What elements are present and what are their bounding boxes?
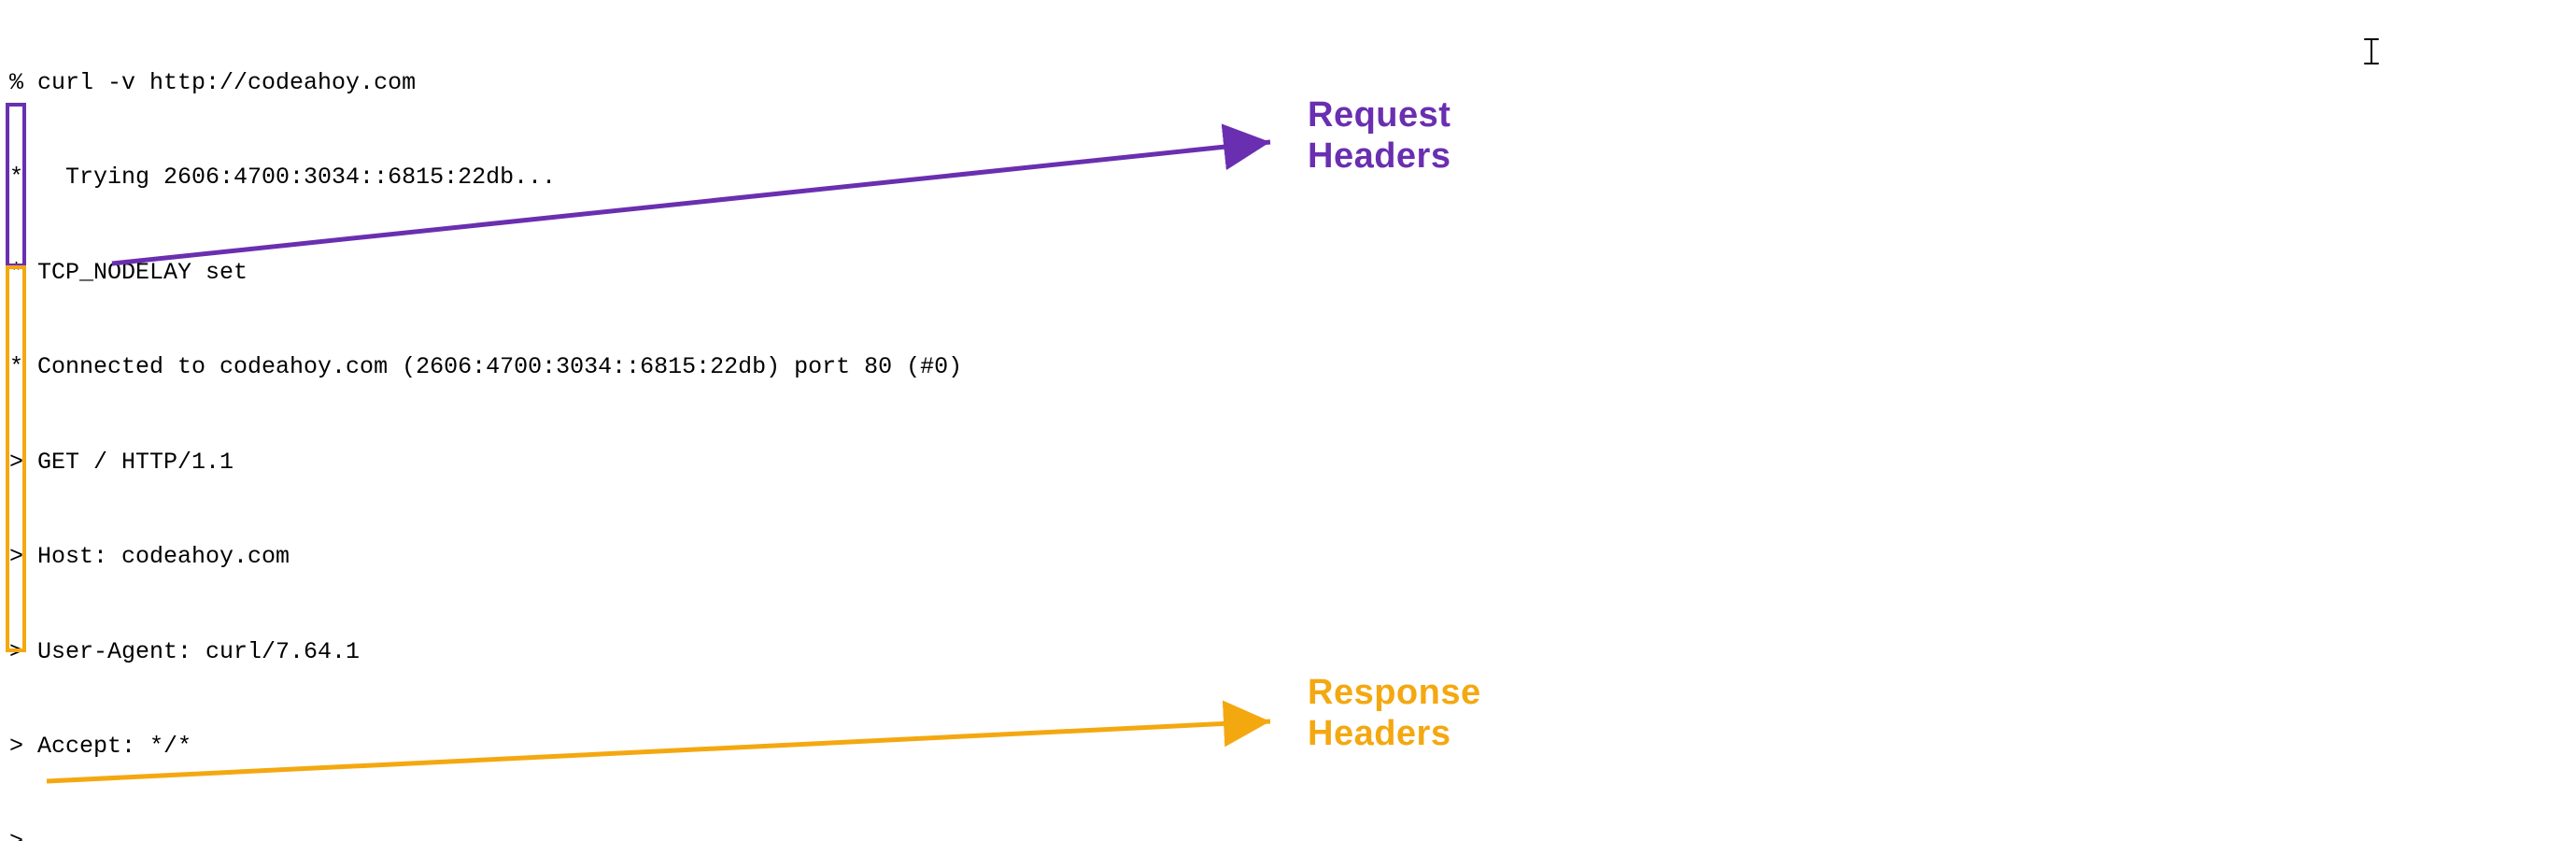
label-line: Request [1308,95,1451,136]
label-line: Response [1308,673,1481,714]
terminal-line: > [9,826,2576,841]
terminal-line: > Accept: */* [9,731,2576,763]
terminal-line: > GET / HTTP/1.1 [9,447,2576,478]
label-line: Headers [1308,136,1451,178]
terminal-line: % curl -v http://codeahoy.com [9,67,2576,99]
terminal-output: % curl -v http://codeahoy.com * Trying 2… [0,0,2576,841]
request-headers-label: Request Headers [1308,95,1451,177]
terminal-line: * Connected to codeahoy.com (2606:4700:3… [9,351,2576,383]
terminal-line: > Host: codeahoy.com [9,541,2576,573]
response-headers-label: Response Headers [1308,673,1481,754]
terminal-line: * TCP_NODELAY set [9,257,2576,289]
label-line: Headers [1308,714,1481,755]
terminal-line: * Trying 2606:4700:3034::6815:22db... [9,162,2576,193]
terminal-line: > User-Agent: curl/7.64.1 [9,636,2576,668]
